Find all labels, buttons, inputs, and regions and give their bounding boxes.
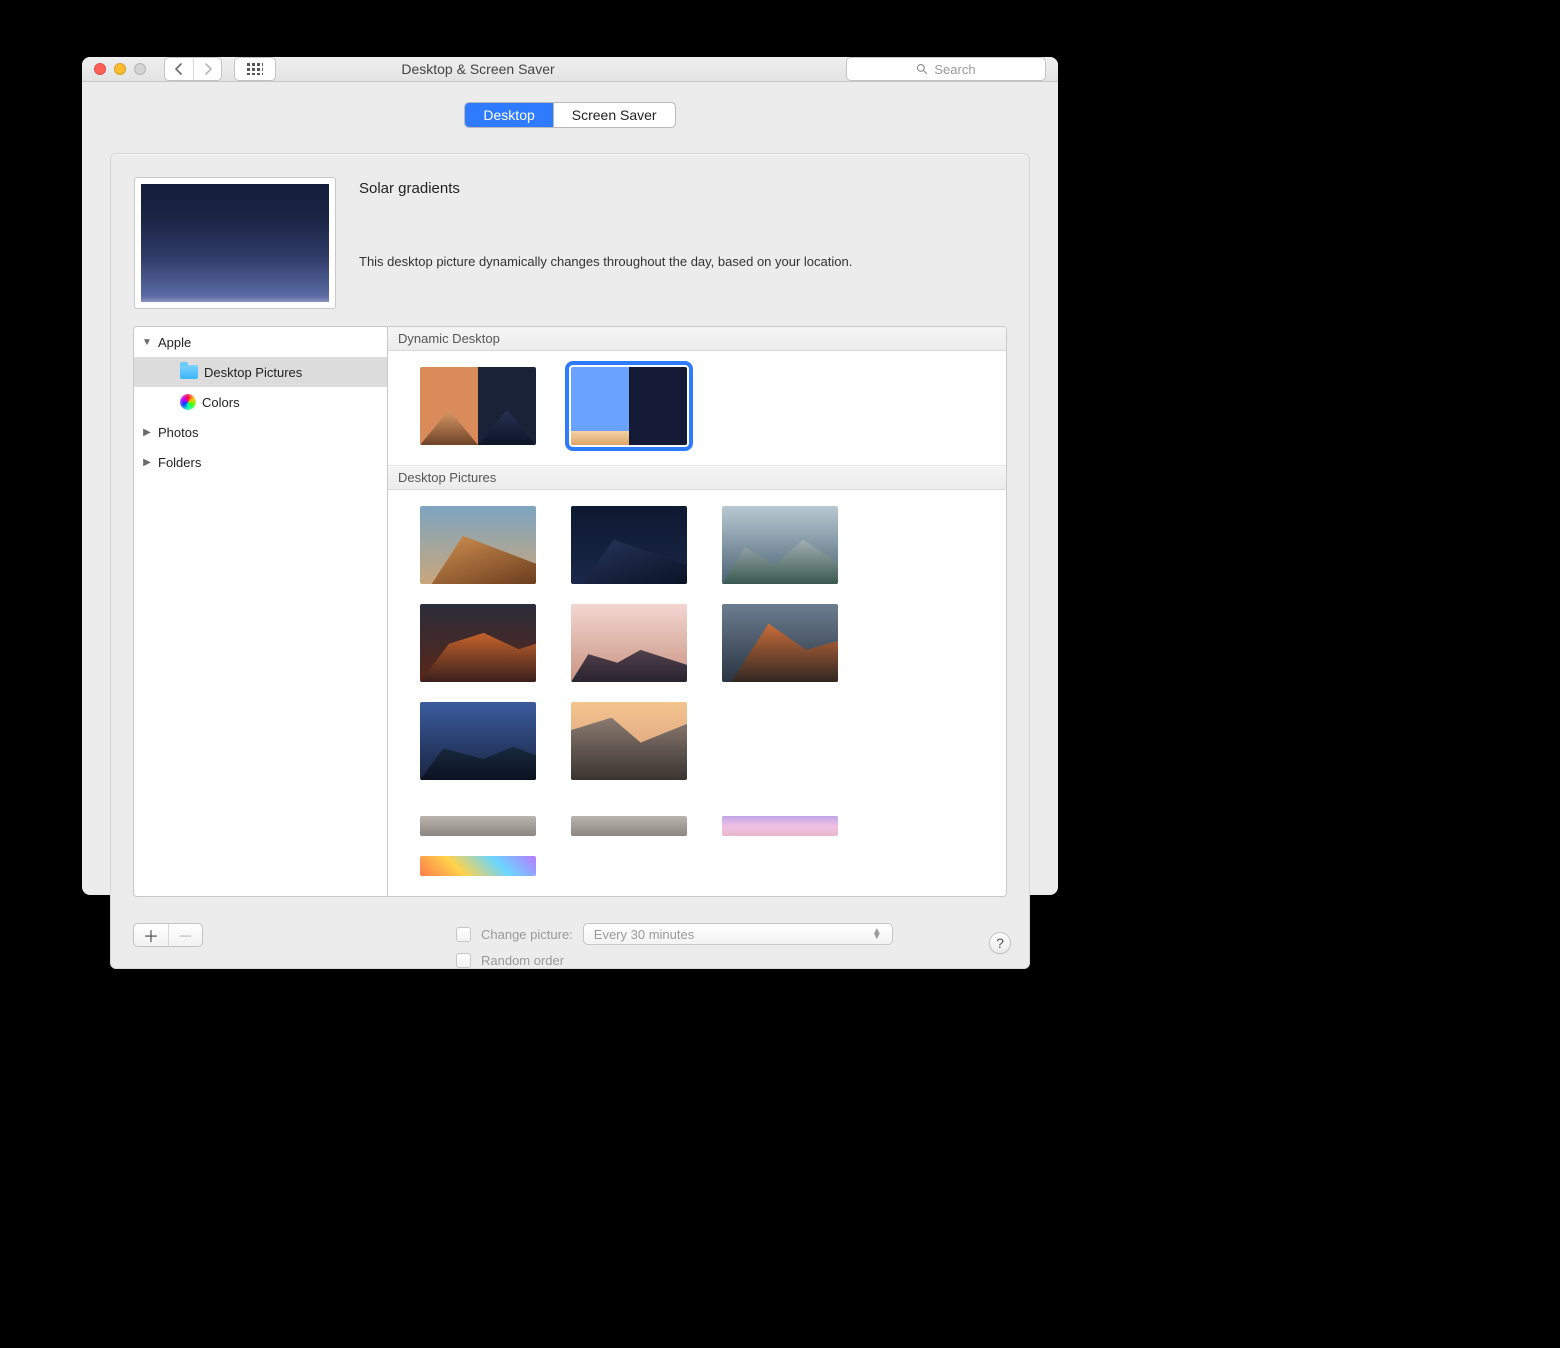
change-interval-value: Every 30 minutes xyxy=(594,927,694,942)
sidebar-item-label: Photos xyxy=(158,425,198,440)
remove-folder-button[interactable]: － xyxy=(168,924,202,946)
selection-name: Solar gradients xyxy=(359,180,1005,197)
chevron-right-icon: ▶ xyxy=(142,457,152,468)
thumb-yosemite[interactable] xyxy=(420,702,536,780)
forward-button[interactable] xyxy=(193,58,221,80)
zoom-window-button[interactable] xyxy=(134,63,146,75)
help-button[interactable]: ? xyxy=(989,932,1011,954)
show-all-prefs-button[interactable] xyxy=(234,57,276,81)
picture-gallery[interactable]: Dynamic Desktop Desktop Pictures xyxy=(388,326,1007,897)
thumb-mojave-day[interactable] xyxy=(420,506,536,584)
window-body: Desktop Screen Saver Solar gradients Thi… xyxy=(82,82,1058,987)
preview-image xyxy=(141,184,329,302)
stepper-icon: ▲▼ xyxy=(872,929,882,939)
random-order-label: Random order xyxy=(481,953,564,968)
nav-back-forward xyxy=(164,57,222,81)
thumb-mojave-night[interactable] xyxy=(571,506,687,584)
search-icon xyxy=(916,63,928,75)
sidebar-item-desktop-pictures[interactable]: Desktop Pictures xyxy=(134,357,387,387)
thumb-high-sierra[interactable] xyxy=(722,506,838,584)
chevron-down-icon: ▼ xyxy=(142,337,152,348)
section-dynamic-desktop: Dynamic Desktop xyxy=(388,327,1006,351)
thumb-partial-2[interactable] xyxy=(571,816,687,836)
current-desktop-preview xyxy=(135,178,335,308)
random-order-checkbox[interactable] xyxy=(456,953,471,968)
selection-header: Solar gradients This desktop picture dyn… xyxy=(111,154,1029,326)
tab-control: Desktop Screen Saver xyxy=(464,102,675,128)
section-desktop-pictures: Desktop Pictures xyxy=(388,465,1006,490)
back-button[interactable] xyxy=(165,58,193,80)
content-box: Solar gradients This desktop picture dyn… xyxy=(110,153,1030,969)
sidebar-item-label: Folders xyxy=(158,455,201,470)
thumb-el-capitan[interactable] xyxy=(722,604,838,682)
prefs-window: Desktop & Screen Saver Search Desktop Sc… xyxy=(82,57,1058,895)
footer: ＋ － Change picture: Every 30 minutes ▲▼ xyxy=(111,911,1029,968)
chevron-right-icon: ▶ xyxy=(142,427,152,438)
change-interval-popup[interactable]: Every 30 minutes ▲▼ xyxy=(583,923,893,945)
add-folder-button[interactable]: ＋ xyxy=(134,924,168,946)
source-sidebar: ▼ Apple Desktop Pictures Colors xyxy=(133,326,388,897)
thumb-partial-4[interactable] xyxy=(420,856,536,876)
tab-desktop[interactable]: Desktop xyxy=(465,103,552,127)
change-picture-checkbox[interactable] xyxy=(456,927,471,942)
traffic-lights xyxy=(94,63,146,75)
color-wheel-icon xyxy=(180,394,196,410)
sidebar-item-folders[interactable]: ▶ Folders xyxy=(134,447,387,477)
sidebar-item-label: Colors xyxy=(202,395,240,410)
tab-screen-saver[interactable]: Screen Saver xyxy=(553,103,675,127)
sidebar-item-label: Desktop Pictures xyxy=(204,365,302,380)
thumb-solar-gradients[interactable] xyxy=(571,367,687,445)
sidebar-item-label: Apple xyxy=(158,335,191,350)
thumb-partial-3[interactable] xyxy=(722,816,838,836)
window-toolbar: Desktop & Screen Saver Search xyxy=(82,57,1058,82)
thumb-mojave-dynamic[interactable] xyxy=(420,367,536,445)
selection-description: This desktop picture dynamically changes… xyxy=(359,253,919,272)
thumb-sierra[interactable] xyxy=(420,604,536,682)
sidebar-item-colors[interactable]: Colors xyxy=(134,387,387,417)
sidebar-item-apple[interactable]: ▼ Apple xyxy=(134,327,387,357)
thumb-yosemite-5[interactable] xyxy=(571,702,687,780)
window-title: Desktop & Screen Saver xyxy=(328,61,628,77)
close-window-button[interactable] xyxy=(94,63,106,75)
folder-icon xyxy=(180,365,198,379)
add-remove-control: ＋ － xyxy=(133,923,203,947)
search-field[interactable]: Search xyxy=(846,57,1046,81)
sidebar-item-photos[interactable]: ▶ Photos xyxy=(134,417,387,447)
thumb-sierra-2[interactable] xyxy=(571,604,687,682)
change-picture-label: Change picture: xyxy=(481,927,573,942)
thumb-partial-1[interactable] xyxy=(420,816,536,836)
minimize-window-button[interactable] xyxy=(114,63,126,75)
search-placeholder: Search xyxy=(934,62,975,77)
